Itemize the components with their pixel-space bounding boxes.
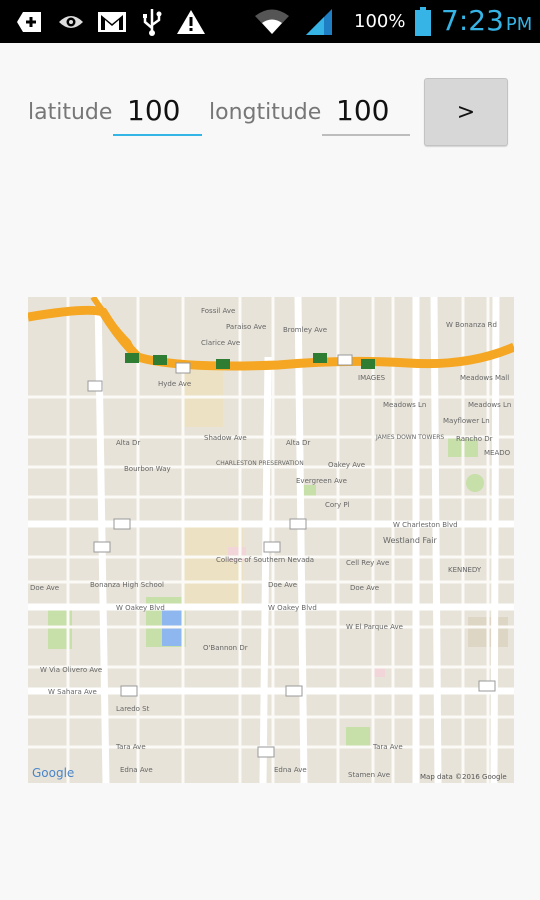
clock-ampm: PM: [505, 14, 533, 35]
route-shield: [153, 355, 167, 365]
map-label: Fossil Ave: [201, 307, 235, 315]
route-shield: [289, 518, 307, 530]
longitude-label: longtitude: [209, 100, 322, 125]
map-label: JAMES DOWN TOWERS: [375, 434, 444, 441]
map-label: Cell Rey Ave: [346, 559, 389, 567]
map-label: Bonanza High School: [90, 581, 164, 589]
google-watermark: Google: [32, 766, 74, 780]
map-label: Evergreen Ave: [296, 477, 347, 485]
map-label: Edna Ave: [274, 766, 307, 774]
map-label: Doe Ave: [350, 584, 379, 592]
route-shield: [216, 359, 230, 369]
battery-icon: [413, 7, 433, 36]
route-shield: [175, 362, 191, 374]
route-shield: [313, 353, 327, 363]
map-label: Edna Ave: [120, 766, 153, 774]
clock: 7:23 PM: [441, 3, 532, 43]
map-label: Meadows Ln: [383, 401, 426, 409]
map-label: Meadows Ln: [468, 401, 511, 409]
map-label: Paraiso Ave: [226, 323, 266, 331]
map-label: KENNEDY: [448, 566, 482, 574]
map-label: Mayflower Ln: [443, 417, 490, 425]
map-label: College of Southern Nevada: [216, 556, 314, 564]
map-copyright[interactable]: Map data ©2016 Google: [420, 773, 507, 781]
eye-icon: [58, 8, 84, 36]
usb-icon: [140, 8, 164, 36]
map-label: W Oakey Blvd: [116, 604, 165, 612]
campus-area: [183, 527, 243, 607]
map-label: Tara Ave: [372, 743, 403, 751]
latitude-field[interactable]: [113, 90, 202, 136]
warning-icon: [176, 8, 206, 36]
wifi-icon: [254, 8, 290, 36]
map-label: Clarice Ave: [201, 339, 240, 347]
map-label: Cory Pl: [325, 501, 350, 509]
route-shield: [93, 541, 111, 553]
park-area: [466, 474, 484, 492]
map-label: Doe Ave: [30, 584, 59, 592]
map-canvas[interactable]: Fossil Ave Paraiso Ave Clarice Ave Broml…: [28, 297, 514, 783]
map-label: IMAGES: [358, 374, 386, 382]
route-shield: [113, 518, 131, 530]
map-label: Alta Dr: [286, 439, 310, 447]
route-shield: [478, 680, 496, 692]
map-label: W Bonanza Rd: [446, 321, 497, 329]
map-label: MEADO: [484, 449, 511, 457]
map-label: W Charleston Blvd: [393, 521, 458, 529]
map-label: O'Bannon Dr: [203, 644, 248, 652]
clock-time: 7:23: [441, 4, 504, 37]
route-shield: [361, 359, 375, 369]
map-label: Stamen Ave: [348, 771, 390, 779]
park-area: [346, 727, 370, 747]
signal-icon: [304, 8, 334, 36]
map-label: Laredo St: [116, 705, 150, 713]
map-label: Meadows Mall: [460, 374, 509, 382]
map-label: W Via Olivero Ave: [40, 666, 102, 674]
map-label: Westland Fair: [383, 536, 437, 545]
map-label: Shadow Ave: [204, 434, 247, 442]
longitude-input[interactable]: [322, 90, 410, 130]
map-label: Tara Ave: [115, 743, 146, 751]
map-label: Bourbon Way: [124, 465, 171, 473]
map-label: Alta Dr: [116, 439, 140, 447]
map-label: W Sahara Ave: [48, 688, 97, 696]
latitude-input[interactable]: [113, 90, 202, 130]
battery-percent: 100%: [354, 11, 406, 32]
status-bar: 100% 7:23 PM: [0, 0, 540, 43]
map-label: W Oakey Blvd: [268, 604, 317, 612]
map-label: CHARLESTON PRESERVATION: [216, 460, 304, 467]
route-shield: [125, 353, 139, 363]
route-shield: [87, 380, 103, 392]
route-shield: [257, 746, 275, 758]
map-view[interactable]: Fossil Ave Paraiso Ave Clarice Ave Broml…: [28, 297, 514, 783]
go-button-label: >: [456, 99, 476, 125]
latitude-label: latitude: [28, 100, 113, 125]
plus-notification-icon: [14, 8, 46, 36]
go-button[interactable]: >: [424, 78, 508, 146]
map-label: Doe Ave: [268, 581, 297, 589]
route-shield: [120, 685, 138, 697]
map-label: Oakey Ave: [328, 461, 365, 469]
map-label: Bromley Ave: [283, 326, 327, 334]
major-roads: [28, 297, 514, 783]
gmail-icon: [96, 8, 128, 36]
map-label: Rancho Dr: [456, 435, 493, 443]
route-shield: [263, 541, 281, 553]
route-shield: [285, 685, 303, 697]
map-label: Hyde Ave: [158, 380, 191, 388]
map-label: W El Parque Ave: [346, 623, 403, 631]
route-shield: [337, 354, 353, 366]
longitude-field[interactable]: [322, 90, 410, 136]
